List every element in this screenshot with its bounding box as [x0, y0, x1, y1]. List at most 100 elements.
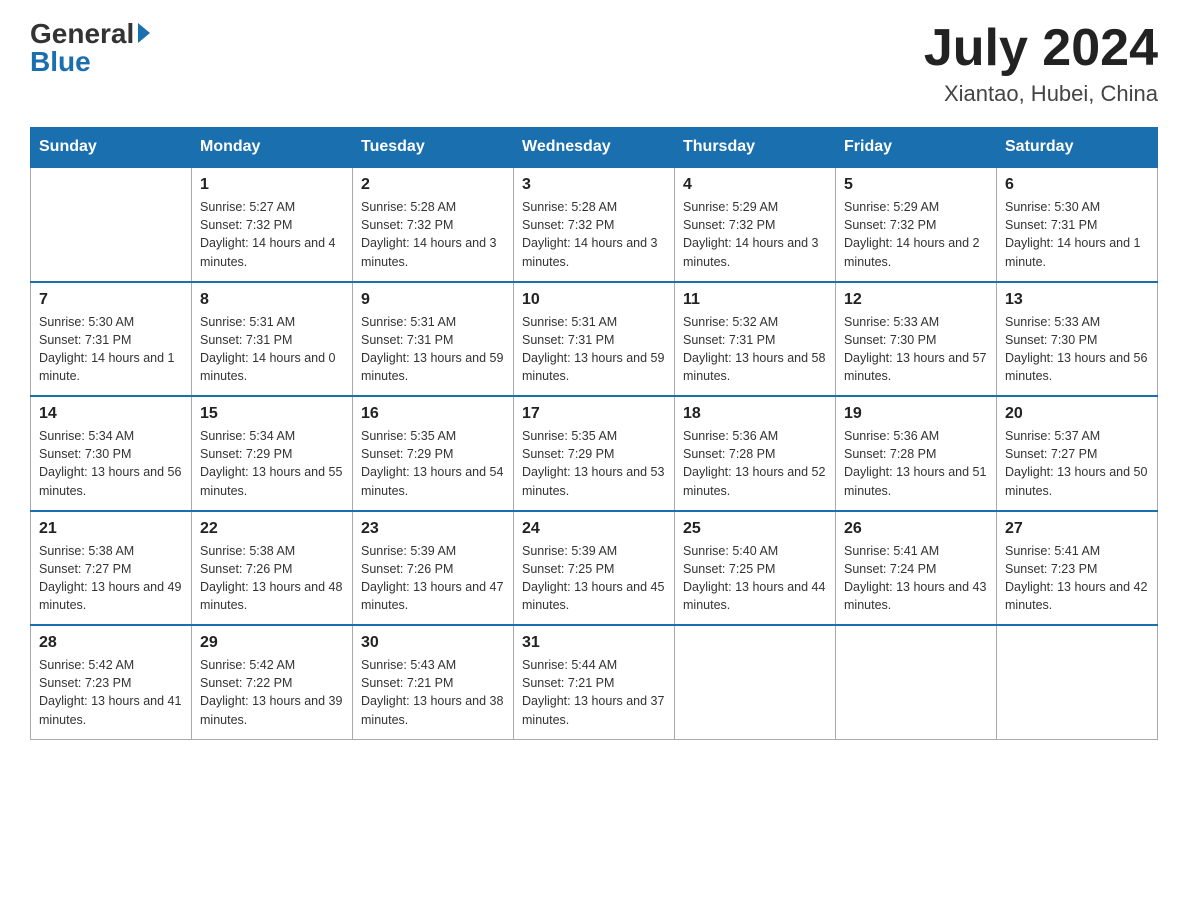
- calendar-cell: 20 Sunrise: 5:37 AMSunset: 7:27 PMDayligh…: [997, 396, 1158, 511]
- calendar-cell: 4 Sunrise: 5:29 AMSunset: 7:32 PMDaylight…: [675, 167, 836, 282]
- day-info: Sunrise: 5:44 AMSunset: 7:21 PMDaylight:…: [522, 656, 666, 729]
- day-info: Sunrise: 5:29 AMSunset: 7:32 PMDaylight:…: [683, 198, 827, 271]
- calendar-cell: 13Sunrise: 5:33 AMSunset: 7:30 PMDayligh…: [997, 282, 1158, 397]
- calendar-cell: 5 Sunrise: 5:29 AMSunset: 7:32 PMDaylight…: [836, 167, 997, 282]
- calendar-cell: 3 Sunrise: 5:28 AMSunset: 7:32 PMDaylight…: [514, 167, 675, 282]
- day-info: Sunrise: 5:41 AMSunset: 7:23 PMDaylight:…: [1005, 542, 1149, 615]
- day-info: Sunrise: 5:39 AMSunset: 7:25 PMDaylight:…: [522, 542, 666, 615]
- calendar-cell: 29 Sunrise: 5:42 AMSunset: 7:22 PMDayligh…: [192, 625, 353, 739]
- calendar-cell: [675, 625, 836, 739]
- day-number: 2: [361, 176, 505, 194]
- day-info: Sunrise: 5:30 AMSunset: 7:31 PMDaylight:…: [1005, 198, 1149, 271]
- day-number: 16: [361, 405, 505, 423]
- day-info: Sunrise: 5:38 AMSunset: 7:27 PMDaylight:…: [39, 542, 183, 615]
- calendar-cell: 26Sunrise: 5:41 AMSunset: 7:24 PMDayligh…: [836, 511, 997, 626]
- day-info: Sunrise: 5:43 AMSunset: 7:21 PMDaylight:…: [361, 656, 505, 729]
- day-number: 29: [200, 634, 344, 652]
- calendar-cell: 17 Sunrise: 5:35 AMSunset: 7:29 PMDayligh…: [514, 396, 675, 511]
- day-info: Sunrise: 5:28 AMSunset: 7:32 PMDaylight:…: [361, 198, 505, 271]
- calendar-week-row: 1 Sunrise: 5:27 AMSunset: 7:32 PMDaylight…: [31, 167, 1158, 282]
- day-info: Sunrise: 5:30 AMSunset: 7:31 PMDaylight:…: [39, 313, 183, 386]
- day-number: 21: [39, 520, 183, 538]
- location-text: Xiantao, Hubei, China: [924, 81, 1158, 107]
- calendar-week-row: 21 Sunrise: 5:38 AMSunset: 7:27 PMDayligh…: [31, 511, 1158, 626]
- calendar-cell: 30 Sunrise: 5:43 AMSunset: 7:21 PMDayligh…: [353, 625, 514, 739]
- day-info: Sunrise: 5:36 AMSunset: 7:28 PMDaylight:…: [844, 427, 988, 500]
- day-number: 3: [522, 176, 666, 194]
- day-number: 1: [200, 176, 344, 194]
- calendar-cell: 18 Sunrise: 5:36 AMSunset: 7:28 PMDayligh…: [675, 396, 836, 511]
- day-info: Sunrise: 5:33 AMSunset: 7:30 PMDaylight:…: [844, 313, 988, 386]
- calendar-cell: [31, 167, 192, 282]
- day-info: Sunrise: 5:37 AMSunset: 7:27 PMDaylight:…: [1005, 427, 1149, 500]
- calendar-week-row: 14Sunrise: 5:34 AMSunset: 7:30 PMDayligh…: [31, 396, 1158, 511]
- day-number: 15: [200, 405, 344, 423]
- calendar-cell: 9 Sunrise: 5:31 AMSunset: 7:31 PMDaylight…: [353, 282, 514, 397]
- calendar-cell: 10 Sunrise: 5:31 AMSunset: 7:31 PMDayligh…: [514, 282, 675, 397]
- day-number: 4: [683, 176, 827, 194]
- calendar-header-tuesday: Tuesday: [353, 128, 514, 168]
- day-number: 19: [844, 405, 988, 423]
- day-info: Sunrise: 5:32 AMSunset: 7:31 PMDaylight:…: [683, 313, 827, 386]
- day-number: 30: [361, 634, 505, 652]
- calendar-cell: 24 Sunrise: 5:39 AMSunset: 7:25 PMDayligh…: [514, 511, 675, 626]
- day-number: 20: [1005, 405, 1149, 423]
- day-number: 7: [39, 291, 183, 309]
- calendar-cell: 23Sunrise: 5:39 AMSunset: 7:26 PMDayligh…: [353, 511, 514, 626]
- day-number: 8: [200, 291, 344, 309]
- day-info: Sunrise: 5:41 AMSunset: 7:24 PMDaylight:…: [844, 542, 988, 615]
- day-number: 23: [361, 520, 505, 538]
- day-info: Sunrise: 5:40 AMSunset: 7:25 PMDaylight:…: [683, 542, 827, 615]
- day-number: 9: [361, 291, 505, 309]
- calendar-cell: 19 Sunrise: 5:36 AMSunset: 7:28 PMDayligh…: [836, 396, 997, 511]
- day-info: Sunrise: 5:38 AMSunset: 7:26 PMDaylight:…: [200, 542, 344, 615]
- calendar-cell: [997, 625, 1158, 739]
- day-number: 11: [683, 291, 827, 309]
- day-number: 10: [522, 291, 666, 309]
- calendar-cell: 8Sunrise: 5:31 AMSunset: 7:31 PMDaylight…: [192, 282, 353, 397]
- day-number: 31: [522, 634, 666, 652]
- day-number: 28: [39, 634, 183, 652]
- calendar-week-row: 7 Sunrise: 5:30 AMSunset: 7:31 PMDaylight…: [31, 282, 1158, 397]
- day-number: 24: [522, 520, 666, 538]
- logo-blue-text: Blue: [30, 48, 91, 76]
- calendar-header-wednesday: Wednesday: [514, 128, 675, 168]
- calendar-header-monday: Monday: [192, 128, 353, 168]
- title-block: July 2024 Xiantao, Hubei, China: [924, 20, 1158, 107]
- calendar-cell: 21 Sunrise: 5:38 AMSunset: 7:27 PMDayligh…: [31, 511, 192, 626]
- calendar-cell: [836, 625, 997, 739]
- calendar-cell: 6 Sunrise: 5:30 AMSunset: 7:31 PMDaylight…: [997, 167, 1158, 282]
- calendar-cell: 25Sunrise: 5:40 AMSunset: 7:25 PMDayligh…: [675, 511, 836, 626]
- page-header: General Blue July 2024 Xiantao, Hubei, C…: [30, 20, 1158, 107]
- calendar-cell: 27 Sunrise: 5:41 AMSunset: 7:23 PMDayligh…: [997, 511, 1158, 626]
- calendar-cell: 16Sunrise: 5:35 AMSunset: 7:29 PMDayligh…: [353, 396, 514, 511]
- day-info: Sunrise: 5:29 AMSunset: 7:32 PMDaylight:…: [844, 198, 988, 271]
- day-number: 13: [1005, 291, 1149, 309]
- calendar-cell: 7 Sunrise: 5:30 AMSunset: 7:31 PMDaylight…: [31, 282, 192, 397]
- day-number: 17: [522, 405, 666, 423]
- day-number: 27: [1005, 520, 1149, 538]
- day-info: Sunrise: 5:35 AMSunset: 7:29 PMDaylight:…: [522, 427, 666, 500]
- calendar-header-friday: Friday: [836, 128, 997, 168]
- day-number: 18: [683, 405, 827, 423]
- day-info: Sunrise: 5:34 AMSunset: 7:29 PMDaylight:…: [200, 427, 344, 500]
- calendar-header-row: SundayMondayTuesdayWednesdayThursdayFrid…: [31, 128, 1158, 168]
- calendar-cell: 12Sunrise: 5:33 AMSunset: 7:30 PMDayligh…: [836, 282, 997, 397]
- day-number: 6: [1005, 176, 1149, 194]
- day-info: Sunrise: 5:28 AMSunset: 7:32 PMDaylight:…: [522, 198, 666, 271]
- day-info: Sunrise: 5:31 AMSunset: 7:31 PMDaylight:…: [361, 313, 505, 386]
- calendar-cell: 31 Sunrise: 5:44 AMSunset: 7:21 PMDayligh…: [514, 625, 675, 739]
- day-info: Sunrise: 5:42 AMSunset: 7:22 PMDaylight:…: [200, 656, 344, 729]
- day-number: 5: [844, 176, 988, 194]
- calendar-header-thursday: Thursday: [675, 128, 836, 168]
- day-info: Sunrise: 5:27 AMSunset: 7:32 PMDaylight:…: [200, 198, 344, 271]
- calendar-cell: 11 Sunrise: 5:32 AMSunset: 7:31 PMDayligh…: [675, 282, 836, 397]
- calendar-week-row: 28Sunrise: 5:42 AMSunset: 7:23 PMDayligh…: [31, 625, 1158, 739]
- day-info: Sunrise: 5:36 AMSunset: 7:28 PMDaylight:…: [683, 427, 827, 500]
- calendar-cell: 28Sunrise: 5:42 AMSunset: 7:23 PMDayligh…: [31, 625, 192, 739]
- day-number: 14: [39, 405, 183, 423]
- calendar-header-saturday: Saturday: [997, 128, 1158, 168]
- calendar-header-sunday: Sunday: [31, 128, 192, 168]
- day-info: Sunrise: 5:31 AMSunset: 7:31 PMDaylight:…: [522, 313, 666, 386]
- calendar-cell: 1 Sunrise: 5:27 AMSunset: 7:32 PMDaylight…: [192, 167, 353, 282]
